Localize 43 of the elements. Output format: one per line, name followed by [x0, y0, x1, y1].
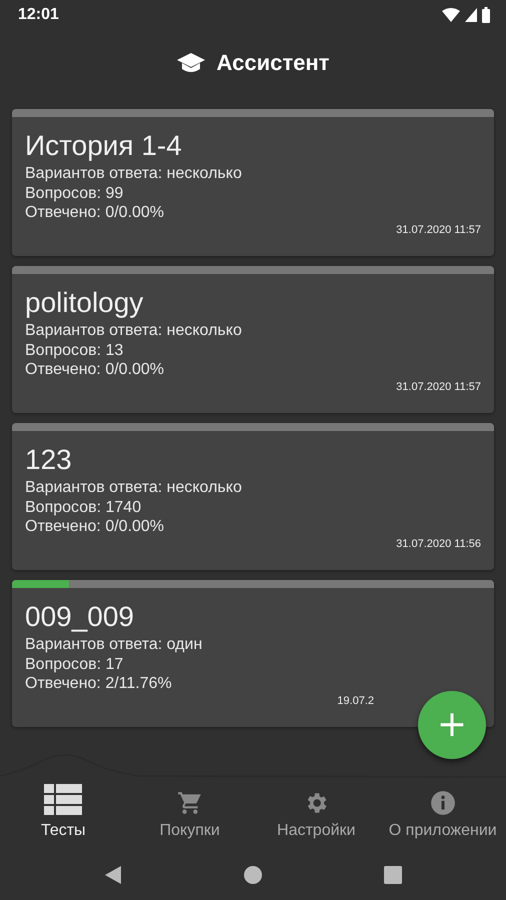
answered-text: Отвечено: 2/11.76% — [25, 674, 173, 694]
test-card[interactable]: 123 Вариантов ответа: несколько Вопросов: 1740 Отвечено: 0/0.00% 31.07.2020 11:56 — [12, 423, 494, 570]
test-title: politology — [25, 288, 144, 318]
nav-tab[interactable]: Тесты — [0, 778, 126, 850]
questions-text: Вопросов: 99 — [25, 184, 124, 203]
test-date: 31.07.2020 11:57 — [396, 224, 481, 236]
back-icon[interactable] — [103, 865, 123, 885]
questions-text: Вопросов: 13 — [25, 340, 124, 360]
status-time: 12:01 — [18, 6, 59, 24]
questions-text: Вопросов: 1740 — [25, 498, 142, 517]
list-icon — [44, 784, 82, 816]
test-date: 31.07.2020 11:56 — [396, 538, 481, 550]
test-date: 31.07.2020 11:57 — [396, 380, 481, 392]
nav-tab[interactable]: Настройки — [253, 778, 380, 850]
signal-icon — [465, 8, 477, 22]
nav-label: О приложении — [388, 822, 497, 840]
options-text: Вариантов ответа: один — [25, 635, 204, 654]
wifi-icon — [442, 8, 460, 22]
answered-text: Отвечено: 0/0.00% — [25, 517, 166, 536]
nav-tab[interactable]: Покупки — [126, 778, 253, 850]
app-title: Ассистент — [216, 50, 330, 76]
options-text: Вариантов ответа: несколько — [25, 321, 243, 340]
test-date: 19.07.2 — [337, 694, 374, 706]
test-title: 123 — [25, 445, 73, 475]
answered-text: Отвечено: 0/0.00% — [25, 203, 166, 222]
test-title: История 1-4 — [25, 131, 183, 161]
answered-text: Отвечено: 0/0.00% — [25, 360, 166, 380]
recents-icon[interactable] — [383, 865, 403, 885]
nav-tab[interactable]: О приложении — [380, 778, 506, 850]
cart-icon — [176, 790, 203, 816]
info-icon — [430, 790, 456, 816]
nav-label: Покупки — [160, 822, 220, 840]
options-text: Вариантов ответа: несколько — [25, 478, 243, 498]
home-icon[interactable] — [243, 865, 263, 885]
nav-label: Тесты — [40, 822, 86, 840]
test-card[interactable]: История 1-4 Вариантов ответа: несколько Вопросов: 99 Отвечено: 0/0.00% 31.07.2020 11:57 — [12, 109, 494, 256]
battery-icon — [482, 7, 490, 23]
nav-label: Настройки — [277, 822, 356, 840]
test-title: 009_009 — [25, 602, 136, 632]
options-text: Вариантов ответа: несколько — [25, 164, 243, 184]
questions-text: Вопросов: 17 — [25, 654, 124, 674]
graduation-cap-icon — [176, 52, 205, 74]
test-card[interactable]: politology Вариантов ответа: несколько Вопросов: 13 Отвечено: 0/0.00% 31.07.2020 11:57 — [12, 266, 494, 413]
